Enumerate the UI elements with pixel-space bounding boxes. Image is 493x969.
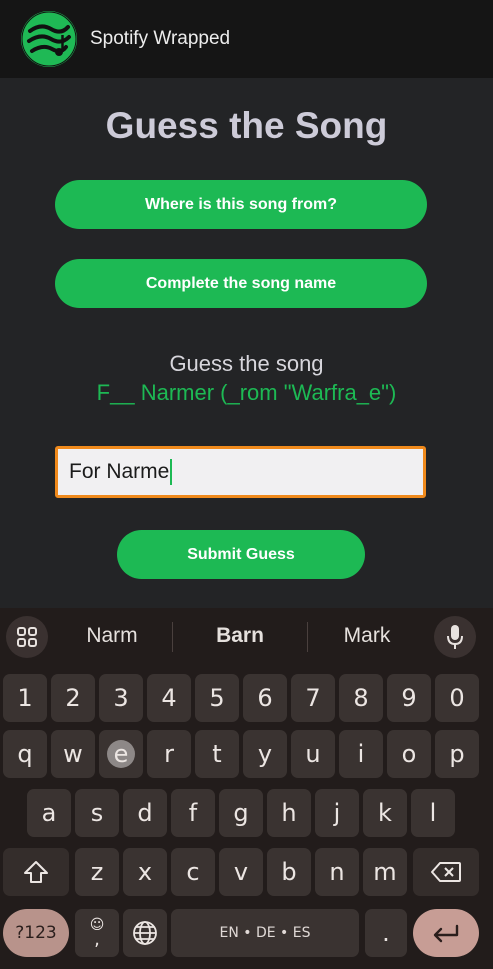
key-6[interactable]: 6 — [243, 674, 287, 722]
backspace-key[interactable] — [413, 848, 479, 896]
key-g[interactable]: g — [219, 789, 263, 837]
key-9[interactable]: 9 — [387, 674, 431, 722]
key-k[interactable]: k — [363, 789, 407, 837]
enter-key[interactable] — [413, 909, 479, 957]
shift-key[interactable] — [3, 848, 69, 896]
guess-input[interactable]: For Narme — [55, 446, 426, 498]
key-r[interactable]: r — [147, 730, 191, 778]
language-key[interactable] — [123, 909, 167, 957]
suggestion-bar: Narm Barn Mark — [0, 608, 493, 666]
song-hint: F__ Narmer (_rom "Warfra_e") — [96, 380, 397, 405]
backspace-icon — [431, 862, 461, 882]
complete-song-name-button[interactable]: Complete the song name — [55, 259, 427, 308]
key-q[interactable]: q — [3, 730, 47, 778]
app-bar: Spotify Wrapped — [0, 0, 493, 78]
key-4[interactable]: 4 — [147, 674, 191, 722]
symbols-key[interactable]: ?123 — [3, 909, 69, 957]
key-3[interactable]: 3 — [99, 674, 143, 722]
key-p[interactable]: p — [435, 730, 479, 778]
microphone-icon[interactable] — [434, 616, 476, 658]
key-b[interactable]: b — [267, 848, 311, 896]
where-is-song-from-button[interactable]: Where is this song from? — [55, 180, 427, 229]
key-0[interactable]: 0 — [435, 674, 479, 722]
page-title: Guess the Song — [105, 105, 388, 146]
key-x[interactable]: x — [123, 848, 167, 896]
key-a[interactable]: a — [27, 789, 71, 837]
key-1[interactable]: 1 — [3, 674, 47, 722]
key-n[interactable]: n — [315, 848, 359, 896]
key-5[interactable]: 5 — [195, 674, 239, 722]
key-w[interactable]: w — [51, 730, 95, 778]
key-s[interactable]: s — [75, 789, 119, 837]
key-z[interactable]: z — [75, 848, 119, 896]
app-title: Spotify Wrapped — [90, 28, 231, 49]
key-t[interactable]: t — [195, 730, 239, 778]
globe-icon — [133, 921, 157, 945]
period-key[interactable]: . — [365, 909, 407, 957]
key-j[interactable]: j — [315, 789, 359, 837]
divider — [172, 622, 173, 652]
key-7[interactable]: 7 — [291, 674, 335, 722]
suggestion-3[interactable]: Mark — [317, 624, 417, 648]
on-screen-keyboard: Narm Barn Mark 1 2 3 4 5 6 7 8 9 0 q w e… — [0, 608, 493, 969]
guess-input-value: For Narme — [69, 460, 170, 483]
key-f[interactable]: f — [171, 789, 215, 837]
key-e[interactable]: e — [99, 730, 143, 778]
key-c[interactable]: c — [171, 848, 215, 896]
key-8[interactable]: 8 — [339, 674, 383, 722]
spotify-wrapped-logo-icon — [21, 11, 77, 67]
key-u[interactable]: u — [291, 730, 335, 778]
key-v[interactable]: v — [219, 848, 263, 896]
shift-icon — [24, 861, 48, 883]
key-i[interactable]: i — [339, 730, 383, 778]
key-o[interactable]: o — [387, 730, 431, 778]
comma-label: , — [94, 929, 100, 950]
space-key[interactable]: EN • DE • ES — [171, 909, 359, 957]
key-2[interactable]: 2 — [51, 674, 95, 722]
suggestion-2[interactable]: Barn — [190, 624, 290, 648]
text-caret — [170, 459, 173, 485]
divider — [307, 622, 308, 652]
enter-icon — [433, 924, 459, 943]
suggestion-1[interactable]: Narm — [62, 624, 162, 648]
key-l[interactable]: l — [411, 789, 455, 837]
emoji-comma-key[interactable]: ☺ , — [75, 909, 119, 957]
submit-guess-button[interactable]: Submit Guess — [117, 530, 365, 579]
question-prompt: Guess the song — [169, 351, 324, 376]
key-y[interactable]: y — [243, 730, 287, 778]
space-key-label: EN • DE • ES — [219, 925, 311, 941]
apps-grid-icon[interactable] — [6, 616, 48, 658]
key-h[interactable]: h — [267, 789, 311, 837]
key-e-label: e — [113, 740, 129, 768]
key-d[interactable]: d — [123, 789, 167, 837]
game-screen: Guess the Song Where is this song from? … — [0, 78, 493, 608]
key-m[interactable]: m — [363, 848, 407, 896]
